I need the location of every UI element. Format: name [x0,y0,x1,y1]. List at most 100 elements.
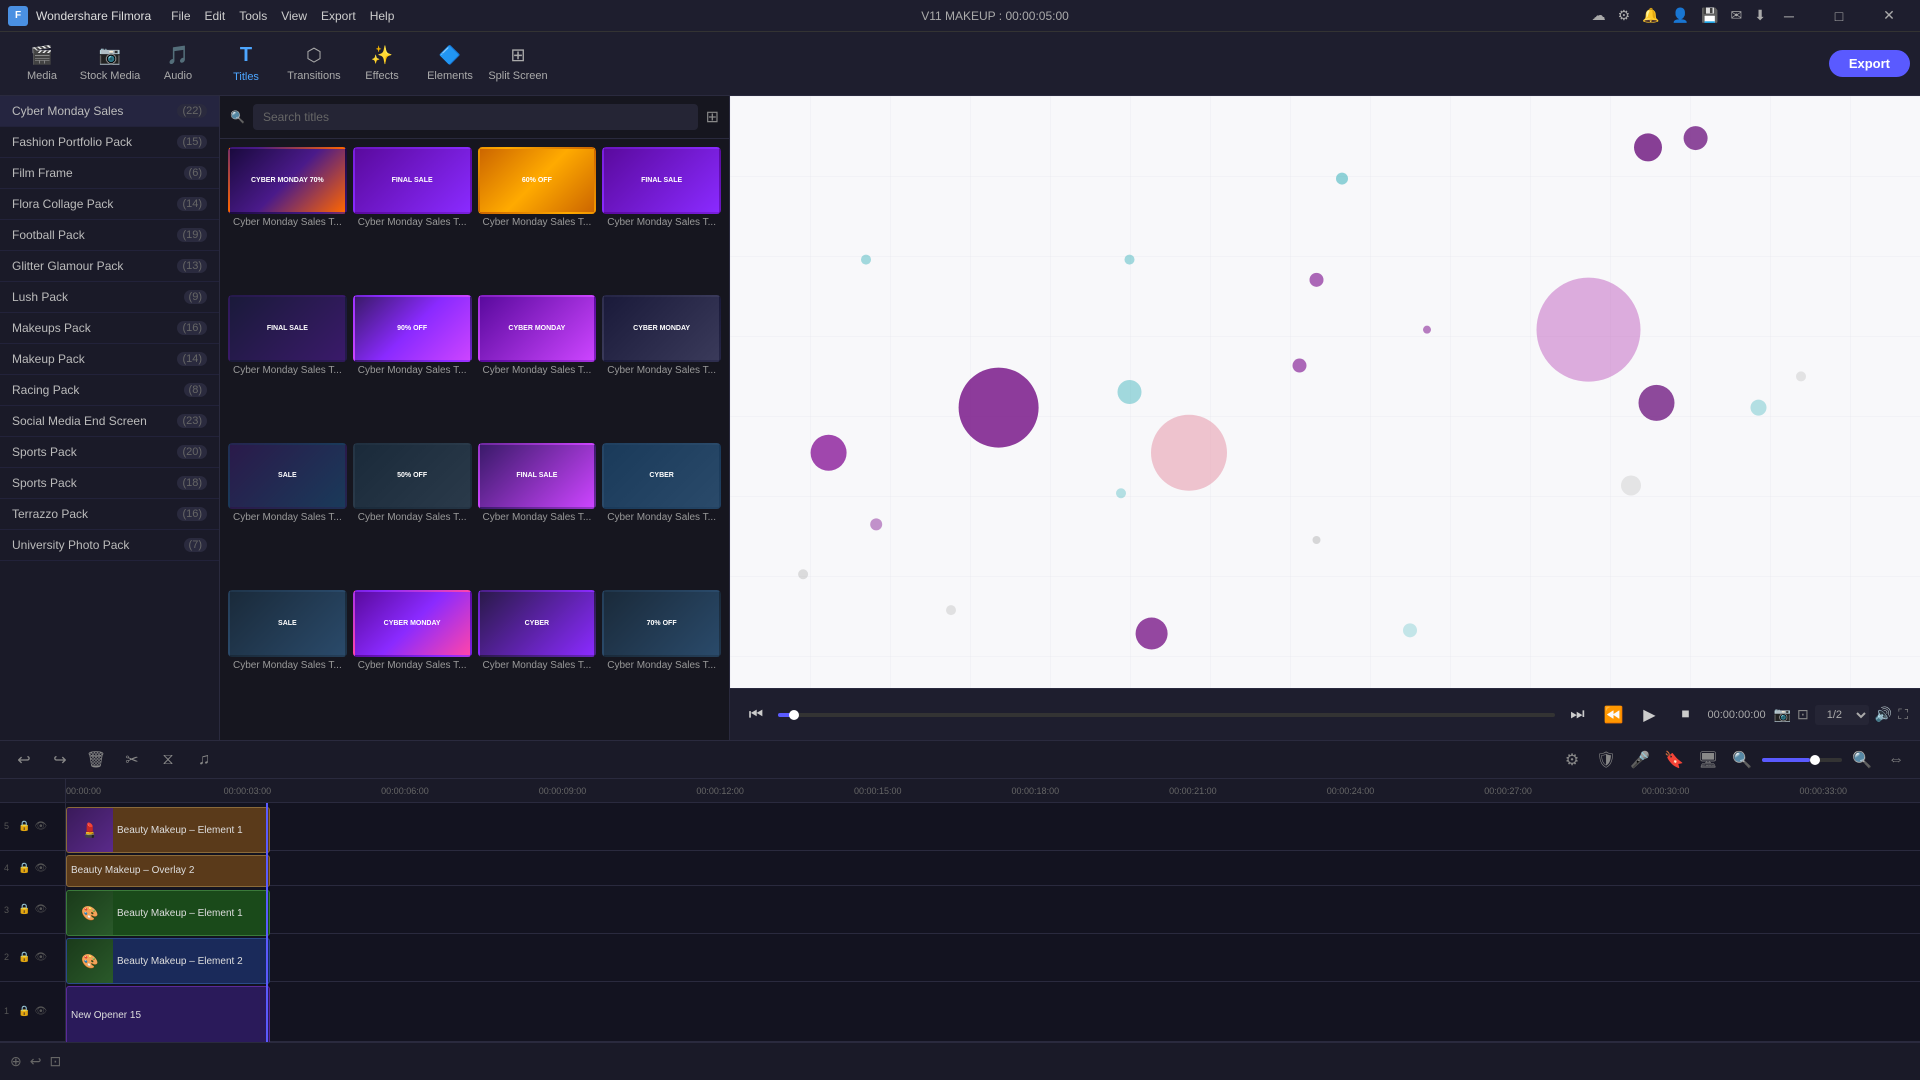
track-lock-icon-3[interactable]: 🔒 [18,952,30,963]
clip-4[interactable]: New Opener 15 [66,986,270,1042]
category-item-3[interactable]: Flora Collage Pack(14) [0,189,219,220]
play-button[interactable]: ▶ [1635,701,1663,729]
bt-icon-1[interactable]: ⊕ [10,1053,22,1070]
mail-icon[interactable]: ✉ [1731,7,1743,24]
thumbnail-item-10[interactable]: FINAL SALE Cyber Monday Sales T... [478,443,597,585]
effects-tool[interactable]: ✨ Effects [350,37,414,91]
download-icon[interactable]: ⬇ [1754,7,1766,24]
settings-icon[interactable]: ⚙ [1618,7,1631,24]
track-lock-icon-2[interactable]: 🔒 [18,904,30,915]
volume-icon[interactable]: 🔊 [1875,706,1892,723]
titles-tool[interactable]: T Titles [214,37,278,91]
menu-export[interactable]: Export [321,9,356,23]
category-item-5[interactable]: Glitter Glamour Pack(13) [0,251,219,282]
track-eye-icon-1[interactable]: 👁 [34,863,47,874]
thumbnail-item-4[interactable]: FINAL SALE Cyber Monday Sales T... [228,295,347,437]
adjust-button[interactable]: ⧖ [154,746,182,774]
category-item-2[interactable]: Film Frame(6) [0,158,219,189]
audio-tool[interactable]: 🎵 Audio [146,37,210,91]
tl-mic-icon[interactable]: 🎤 [1626,746,1654,774]
tl-shield-icon[interactable]: 🛡 [1592,746,1620,774]
minimize-button[interactable]: ─ [1766,0,1812,32]
track-eye-icon-2[interactable]: 👁 [34,904,47,915]
menu-help[interactable]: Help [370,9,395,23]
category-item-4[interactable]: Football Pack(19) [0,220,219,251]
category-item-11[interactable]: Sports Pack(20) [0,437,219,468]
stock-media-tool[interactable]: 📷 Stock Media [78,37,142,91]
export-button[interactable]: Export [1829,50,1910,77]
ratio-select[interactable]: 1/2 1/1 Full [1815,705,1869,725]
close-button[interactable]: ✕ [1866,0,1912,32]
thumbnail-item-9[interactable]: 50% OFF Cyber Monday Sales T... [353,443,472,585]
menu-edit[interactable]: Edit [205,9,226,23]
user-icon[interactable]: 👤 [1672,7,1689,24]
prev-frame-button[interactable]: ⏮ [742,701,770,729]
clip-3[interactable]: 🎨Beauty Makeup – Element 2 [66,938,270,984]
search-input[interactable] [253,104,698,130]
stop-button[interactable]: ⏹ [1671,701,1699,729]
thumbnail-item-14[interactable]: CYBER Cyber Monday Sales T... [478,590,597,732]
menu-view[interactable]: View [281,9,307,23]
thumbnail-item-3[interactable]: FINAL SALE Cyber Monday Sales T... [602,147,721,289]
media-tool[interactable]: 🎬 Media [10,37,74,91]
undo-button[interactable]: ↩ [10,746,38,774]
delete-button[interactable]: 🗑 [82,746,110,774]
elements-tool[interactable]: 🔷 Elements [418,37,482,91]
track-lock-icon-1[interactable]: 🔒 [18,863,30,874]
category-item-13[interactable]: Terrazzo Pack(16) [0,499,219,530]
menu-file[interactable]: File [171,9,190,23]
timeline-ruler[interactable]: 00:00:0000:00:03:0000:00:06:0000:00:09:0… [66,779,1920,802]
split-screen-tool[interactable]: ⊞ Split Screen [486,37,550,91]
category-item-10[interactable]: Social Media End Screen(23) [0,406,219,437]
category-item-14[interactable]: University Photo Pack(7) [0,530,219,561]
tl-expand-icon[interactable]: ⇔ [1882,746,1910,774]
tl-plus-icon[interactable]: 🔍 [1848,746,1876,774]
snapshot-icon[interactable]: 📷 [1774,706,1791,723]
category-item-7[interactable]: Makeups Pack(16) [0,313,219,344]
category-item-12[interactable]: Sports Pack(18) [0,468,219,499]
fullscreen-icon[interactable]: ⛶ [1898,706,1908,723]
tl-bookmark-icon[interactable]: 🔖 [1660,746,1688,774]
thumbnail-item-2[interactable]: 60% OFF Cyber Monday Sales T... [478,147,597,289]
grid-view-icon[interactable]: ⊞ [706,107,719,127]
category-item-8[interactable]: Makeup Pack(14) [0,344,219,375]
thumbnail-item-12[interactable]: SALE Cyber Monday Sales T... [228,590,347,732]
next-frame-button[interactable]: ⏭ [1563,701,1591,729]
cloud-icon[interactable]: ☁ [1592,7,1606,24]
cut-button[interactable]: ✂ [118,746,146,774]
save-icon[interactable]: 💾 [1701,7,1718,24]
menu-tools[interactable]: Tools [239,9,267,23]
thumbnail-item-1[interactable]: FINAL SALE Cyber Monday Sales T... [353,147,472,289]
track-eye-icon-3[interactable]: 👁 [34,952,47,963]
bt-icon-2[interactable]: ↩ [30,1053,42,1070]
tl-settings-icon[interactable]: ⚙ [1558,746,1586,774]
category-item-0[interactable]: Cyber Monday Sales(22) [0,96,219,127]
bt-icon-3[interactable]: ⊡ [49,1053,61,1070]
thumbnail-item-6[interactable]: CYBER MONDAY Cyber Monday Sales T... [478,295,597,437]
notification-icon[interactable]: 🔔 [1642,7,1659,24]
clip-1[interactable]: Beauty Makeup – Overlay 2 [66,855,270,887]
thumbnail-item-15[interactable]: 70% OFF Cyber Monday Sales T... [602,590,721,732]
transitions-tool[interactable]: ⬡ Transitions [282,37,346,91]
category-item-1[interactable]: Fashion Portfolio Pack(15) [0,127,219,158]
track-lock-icon-0[interactable]: 🔒 [18,821,30,832]
category-item-9[interactable]: Racing Pack(8) [0,375,219,406]
clip-0[interactable]: 💄Beauty Makeup – Element 1 [66,807,270,853]
tl-minus-icon[interactable]: 🔍 [1728,746,1756,774]
tl-monitor-icon[interactable]: 🖥 [1694,746,1722,774]
thumbnail-item-13[interactable]: CYBER MONDAY Cyber Monday Sales T... [353,590,472,732]
maximize-button[interactable]: □ [1816,0,1862,32]
thumbnail-item-11[interactable]: CYBER Cyber Monday Sales T... [602,443,721,585]
redo-button[interactable]: ↪ [46,746,74,774]
thumbnail-item-8[interactable]: SALE Cyber Monday Sales T... [228,443,347,585]
clip-2[interactable]: 🎨Beauty Makeup – Element 1 [66,890,270,936]
audio-adjust-button[interactable]: ♫ [190,746,218,774]
thumbnail-item-0[interactable]: CYBER MONDAY 70% Cyber Monday Sales T... [228,147,347,289]
playback-slider[interactable] [778,713,1555,717]
thumbnail-item-7[interactable]: CYBER MONDAY Cyber Monday Sales T... [602,295,721,437]
rewind-button[interactable]: ⏪ [1599,701,1627,729]
pip-icon[interactable]: ⊡ [1797,706,1809,723]
track-eye-icon-0[interactable]: 👁 [34,821,47,832]
thumbnail-item-5[interactable]: 90% OFF Cyber Monday Sales T... [353,295,472,437]
category-item-6[interactable]: Lush Pack(9) [0,282,219,313]
